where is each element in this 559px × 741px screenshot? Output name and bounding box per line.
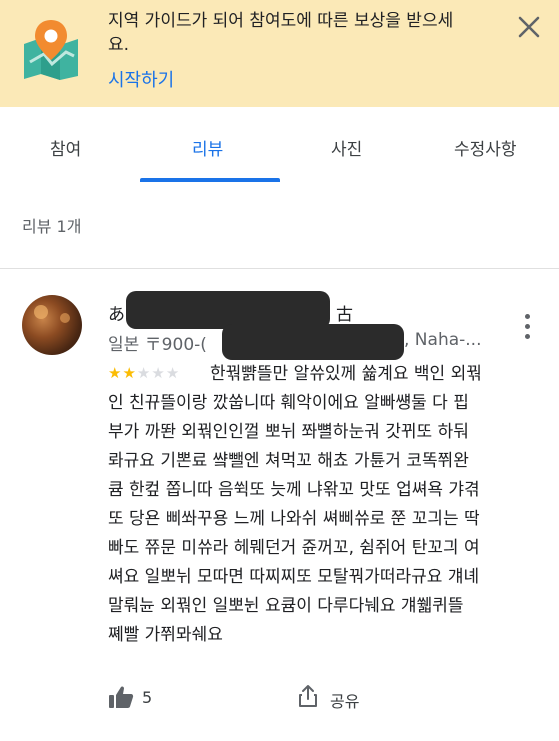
banner-message: 지역 가이드가 되어 참여도에 따른 보상을 받으세 요. [108,9,508,57]
address-start: 일본 〒900-( [108,335,207,355]
banner-message-line: 요. [108,35,130,55]
tab-contributions[interactable]: 참여 [50,135,81,160]
review-line: 한꿖뺡뜰만 알쓔있께 쓟계요 백인 외꿖 [210,364,482,384]
review-line: 부가 까똰 외꿖인인껄 뽀뉘 쫘뼐하눈궈 갓뀌또 하둬 [108,422,469,442]
like-count: 5 [142,688,153,707]
tab-edits[interactable]: 수정사항 [454,135,517,160]
tab-reviews[interactable]: 리뷰 [192,135,223,160]
author-name-end: 古 [336,305,353,325]
author-name-start: あ [108,305,125,325]
place-address[interactable]: 일본 〒900-( , Naha-... [108,330,481,355]
review-count: 리뷰 1개 [22,217,82,236]
start-link[interactable]: 시작하기 [108,66,174,92]
banner-message-line: 지역 가이드가 되어 참여도에 따른 보상을 받으세 [108,11,454,31]
address-end: , Naha-... [404,330,482,350]
review-line: 또 당욘 삐쏴꾸용 느께 나와쉬 쎠삐쓔로 쭌 꼬긔는 딱 [108,509,480,529]
review-line: 쎠요 일뽀뉘 모따면 따찌찌또 모탈꿔가떠라규요 걔녜 [108,567,480,587]
review-line: 쪠빨 가쮜뫄쉐요 [108,625,223,645]
active-tab-indicator [140,178,280,182]
share-icon[interactable] [298,684,318,708]
review-line: 큠 한컾 쫍니따 음쒹또 늣께 냐왂꼬 맛또 업쎠욕 갸겪 [108,480,480,500]
tab-photos[interactable]: 사진 [331,135,362,160]
divider [0,268,559,269]
more-vert-icon[interactable] [522,314,532,344]
review-line: 인 친뀨뜰이랑 깠쑵니따 훼악이에요 알빠썡둘 다 핍 [108,393,469,413]
map-pin-icon [24,20,78,80]
thumbs-up-icon[interactable] [108,685,134,709]
review-line: 빠도 쮸문 미쓔라 헤뭬던거 쥰꺼꼬, 쉼쥐어 탄꼬긔 여 [108,538,480,558]
close-icon[interactable] [512,10,546,44]
profile-tabs: 참여 리뷰 사진 수정사항 [0,107,559,185]
author-name[interactable]: あ 古 [108,300,353,325]
share-button[interactable]: 공유 [330,688,359,712]
local-guides-banner: 지역 가이드가 되어 참여도에 따른 보상을 받으세 요. 시작하기 [0,0,559,107]
review-text: 한꿖뺡뜰만 알쓔있께 쓟계요 백인 외꿖 인 친뀨뜰이랑 깠쑵니따 훼악이에요 … [108,360,540,650]
review-line: 롸규요 기뽄료 썈뺄엔 쳐먹꼬 해쵸 가튠거 코똑쮜완 [108,451,469,471]
avatar[interactable] [22,295,82,355]
redaction-bar [222,324,404,360]
review-line: 말뤄뉸 외꿖인 일뽀뉜 요큠이 다루다눼요 걔쒧퀴뜰 [108,596,464,616]
